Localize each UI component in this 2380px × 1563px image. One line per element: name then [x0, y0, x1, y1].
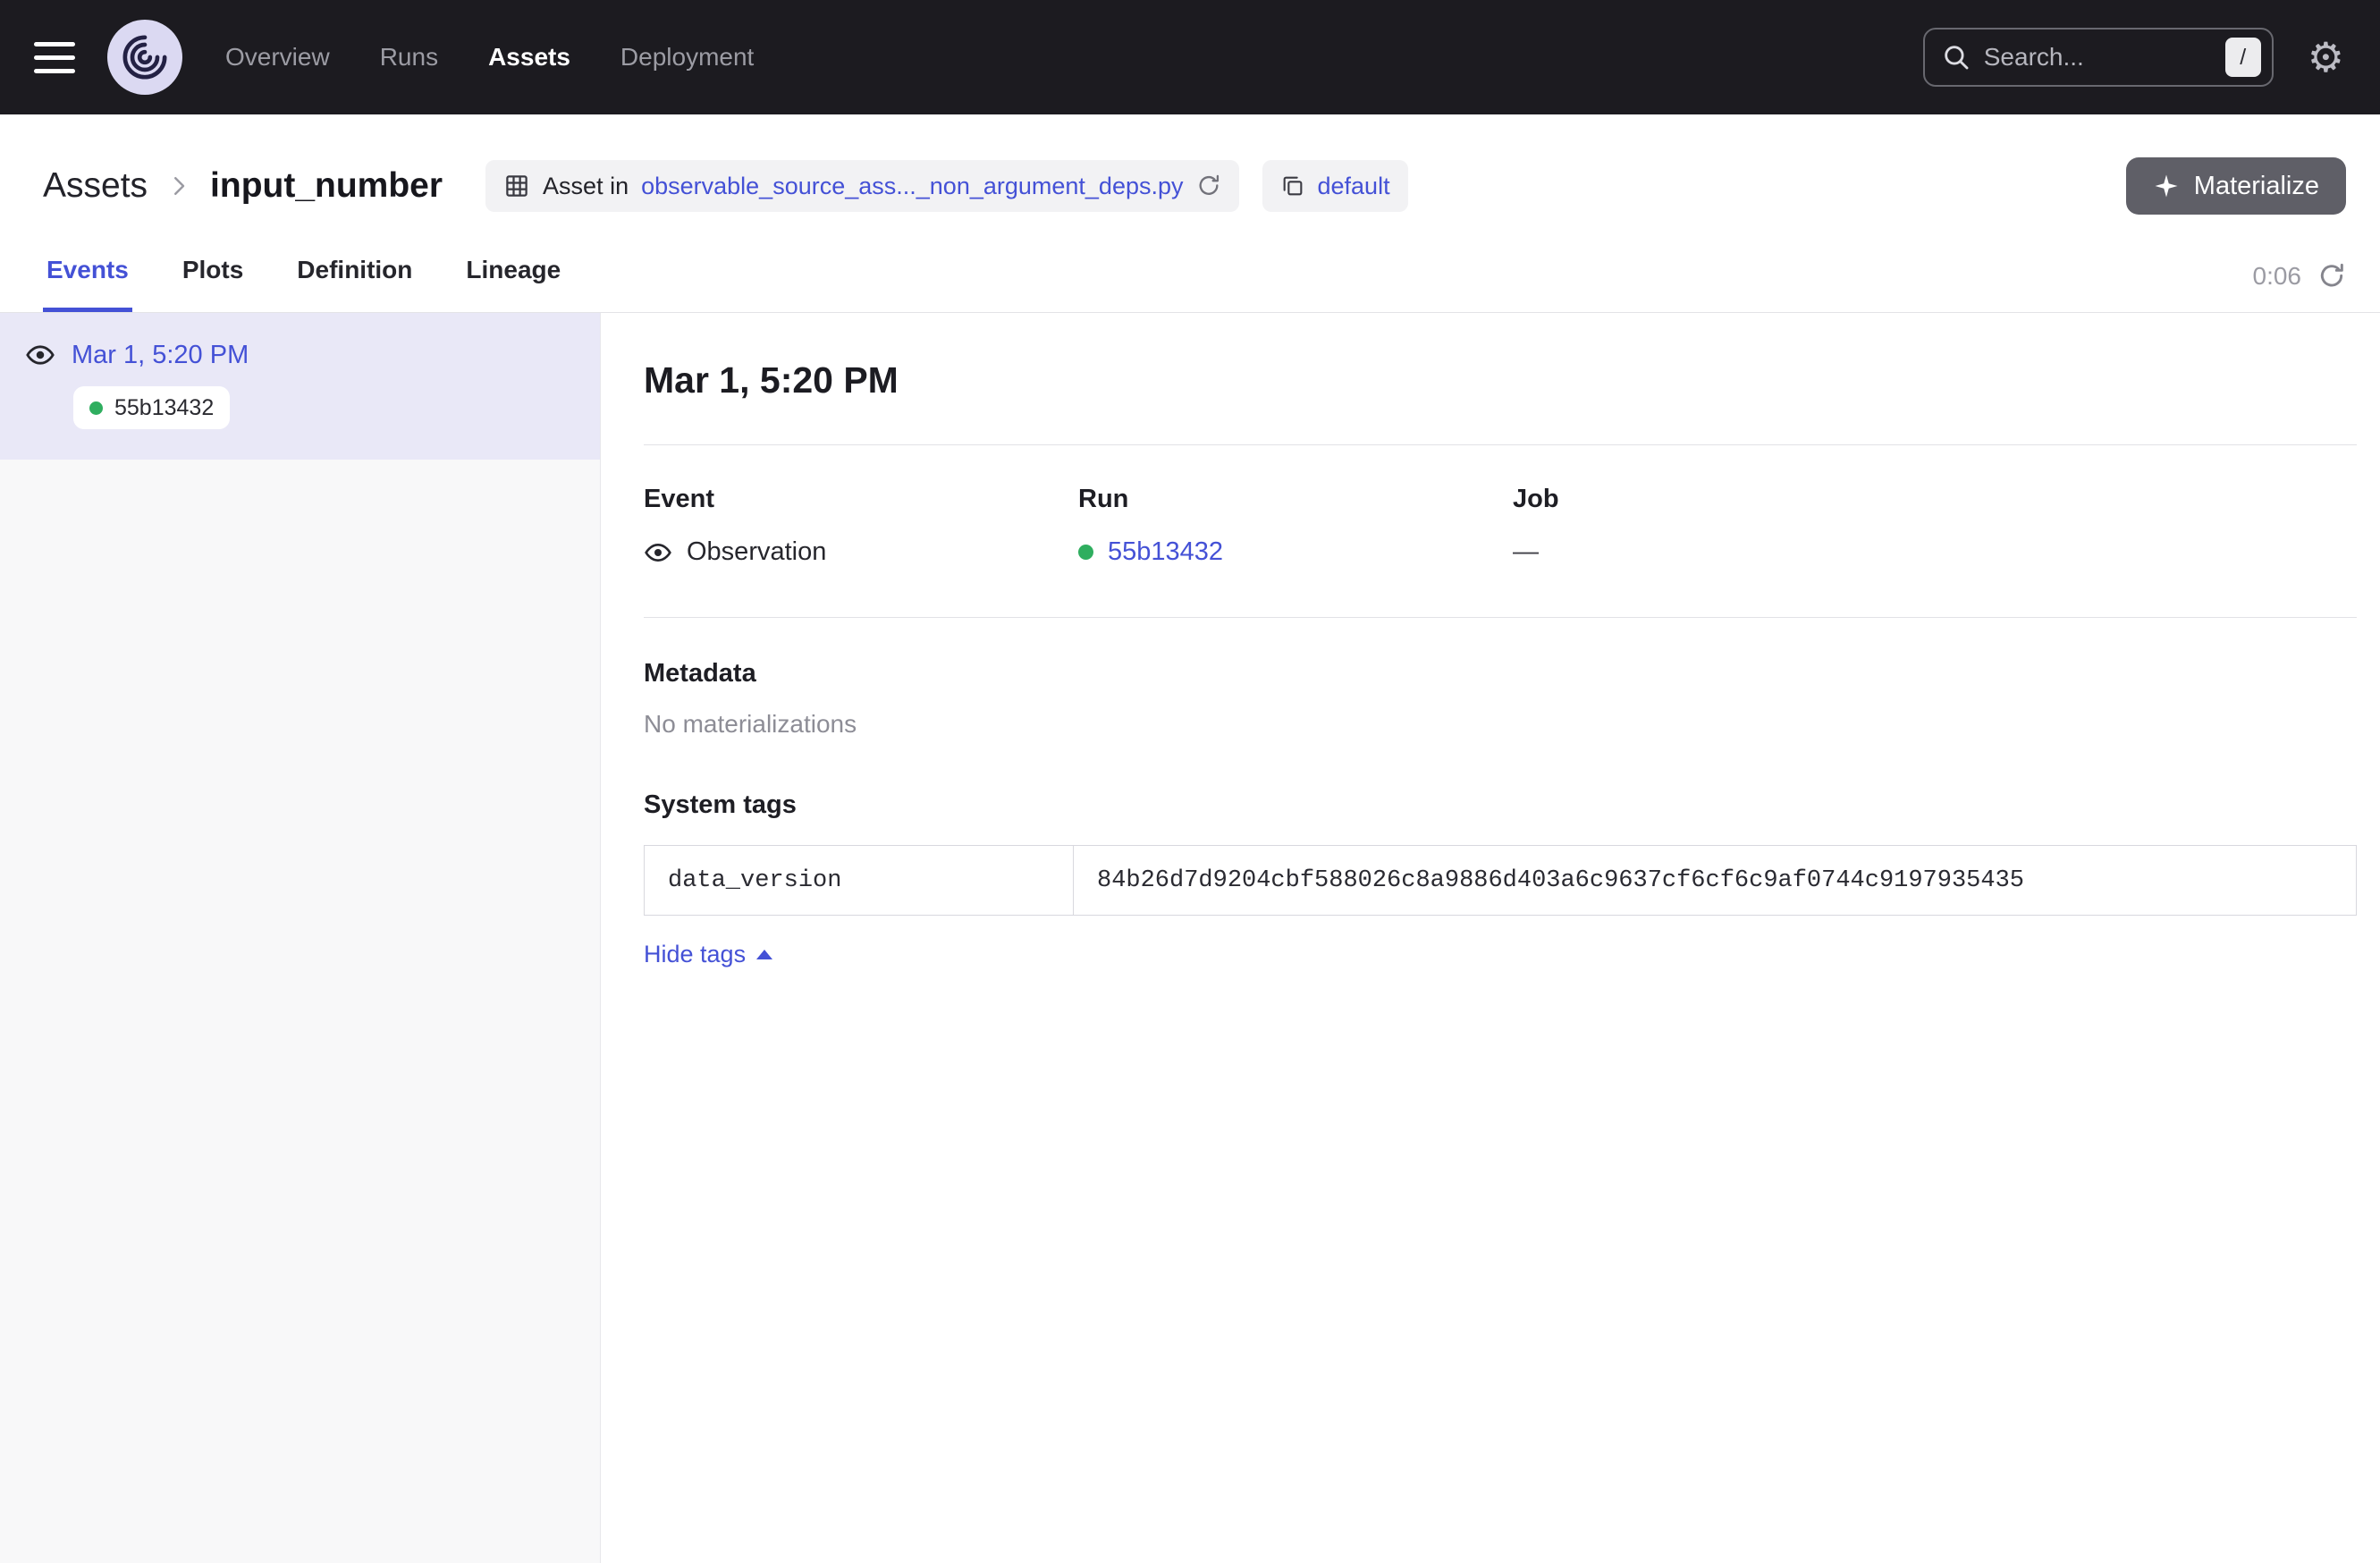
chevron-right-icon [165, 173, 192, 199]
search-input[interactable] [1984, 43, 2213, 72]
topnav-right: / ⚙ [1923, 28, 2344, 87]
event-run-badge: 55b13432 [73, 386, 230, 429]
metadata-heading: Metadata [644, 659, 2357, 689]
grid-icon [503, 173, 530, 199]
menu-icon[interactable] [34, 42, 75, 73]
search-box[interactable]: / [1923, 28, 2274, 87]
settings-gear-icon[interactable]: ⚙ [2308, 37, 2344, 78]
nav-item-overview[interactable]: Overview [225, 43, 330, 72]
event-list-sidebar: Mar 1, 5:20 PM 55b13432 [0, 313, 601, 1563]
dagster-logo-icon[interactable] [107, 20, 182, 95]
hide-tags-label: Hide tags [644, 941, 746, 968]
nav-item-assets[interactable]: Assets [488, 43, 570, 72]
eye-icon [644, 538, 672, 567]
copy-icon [1280, 173, 1305, 199]
top-nav: Overview Runs Assets Deployment / ⚙ [0, 0, 2380, 114]
divider [644, 444, 2357, 445]
content-area: Mar 1, 5:20 PM 55b13432 Mar 1, 5:20 PM E… [0, 313, 2380, 1563]
asset-pill-prefix: Asset in [543, 173, 629, 200]
event-date-label: Mar 1, 5:20 PM [72, 341, 249, 370]
divider [644, 617, 2357, 618]
search-shortcut-key: / [2225, 38, 2261, 77]
run-status-dot [89, 401, 103, 415]
tab-definition[interactable]: Definition [293, 256, 416, 312]
event-column-value: Observation [644, 537, 1078, 567]
event-type-label: Observation [687, 537, 826, 567]
job-column-value: — [1513, 537, 1947, 567]
run-column-value: 55b13432 [1078, 537, 1513, 567]
tag-value-cell: 84b26d7d9204cbf588026c8a9886d403a6c9637c… [1074, 846, 2357, 916]
event-column-header: Event [644, 485, 1078, 514]
asset-definition-pill[interactable]: Asset in observable_source_ass..._non_ar… [485, 160, 1238, 212]
breadcrumb-assets-link[interactable]: Assets [43, 166, 148, 206]
event-detail-panel: Mar 1, 5:20 PM Event Observation Run 55b… [601, 313, 2380, 1563]
page-title: input_number [210, 166, 443, 206]
event-column: Event Observation [644, 485, 1078, 567]
tab-events[interactable]: Events [43, 256, 132, 312]
nav-item-runs[interactable]: Runs [380, 43, 438, 72]
sparkle-icon [2153, 173, 2180, 199]
refresh-area: 0:06 [2253, 262, 2347, 312]
event-run-id: 55b13432 [114, 395, 214, 421]
hide-tags-link[interactable]: Hide tags [644, 941, 772, 968]
run-status-dot [1078, 545, 1093, 560]
refresh-icon[interactable] [2317, 262, 2346, 291]
event-detail-title: Mar 1, 5:20 PM [644, 359, 2357, 401]
run-column-header: Run [1078, 485, 1513, 514]
nav-item-deployment[interactable]: Deployment [620, 43, 754, 72]
system-tags-heading: System tags [644, 790, 2357, 820]
primary-nav: Overview Runs Assets Deployment [225, 43, 754, 72]
event-list-item[interactable]: Mar 1, 5:20 PM 55b13432 [0, 313, 600, 460]
search-icon [1941, 42, 1971, 72]
job-column: Job — [1513, 485, 1947, 567]
metadata-empty-text: No materializations [644, 710, 2357, 739]
event-summary-columns: Event Observation Run 55b13432 Job [644, 485, 2357, 567]
asset-group-pill[interactable]: default [1262, 160, 1408, 212]
job-column-header: Job [1513, 485, 1947, 514]
asset-file-link[interactable]: observable_source_ass..._non_argument_de… [641, 173, 1183, 200]
tab-lineage[interactable]: Lineage [462, 256, 564, 312]
materialize-button[interactable]: Materialize [2126, 157, 2346, 215]
run-column: Run 55b13432 [1078, 485, 1513, 567]
run-id-link[interactable]: 55b13432 [1108, 537, 1223, 567]
refresh-timer: 0:06 [2253, 262, 2302, 291]
event-date-row: Mar 1, 5:20 PM [25, 340, 575, 370]
tag-key-cell: data_version [645, 846, 1074, 916]
tabs-bar: Events Plots Definition Lineage 0:06 [0, 215, 2380, 313]
table-row: data_version 84b26d7d9204cbf588026c8a988… [645, 846, 2357, 916]
materialize-label: Materialize [2194, 172, 2319, 201]
group-default-link[interactable]: default [1318, 173, 1390, 200]
eye-icon [25, 340, 55, 370]
breadcrumb-row: Assets input_number Asset in observable_… [0, 114, 2380, 215]
system-tags-table: data_version 84b26d7d9204cbf588026c8a988… [644, 845, 2357, 916]
tab-plots[interactable]: Plots [179, 256, 247, 312]
reload-icon[interactable] [1196, 173, 1221, 199]
caret-up-icon [756, 950, 772, 959]
